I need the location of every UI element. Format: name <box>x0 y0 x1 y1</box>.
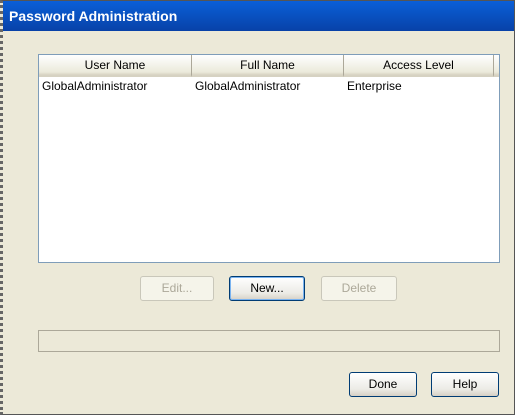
column-header-full-name[interactable]: Full Name <box>192 55 344 77</box>
cell-user-name: GlobalAdministrator <box>42 79 148 93</box>
password-administration-window: Password Administration User Name Full N… <box>0 0 515 415</box>
users-list-view[interactable]: User Name Full Name Access Level GlobalA… <box>38 54 500 263</box>
new-button[interactable]: New... <box>229 276 305 301</box>
column-header-access-level[interactable]: Access Level <box>344 55 494 77</box>
title-bar[interactable]: Password Administration <box>3 1 514 31</box>
table-row[interactable]: GlobalAdministrator GlobalAdministrator … <box>39 77 499 95</box>
dialog-body: User Name Full Name Access Level GlobalA… <box>3 31 514 414</box>
done-button[interactable]: Done <box>349 372 417 397</box>
edit-button[interactable]: Edit... <box>140 276 214 301</box>
column-header-filler <box>494 55 499 77</box>
window-title: Password Administration <box>9 8 178 24</box>
cell-access-level: Enterprise <box>347 79 402 93</box>
delete-button[interactable]: Delete <box>321 276 397 301</box>
column-header-user-name[interactable]: User Name <box>39 55 192 77</box>
users-list-header: User Name Full Name Access Level <box>39 55 499 77</box>
help-button[interactable]: Help <box>431 372 499 397</box>
cell-full-name: GlobalAdministrator <box>195 79 301 93</box>
status-field <box>38 330 500 352</box>
